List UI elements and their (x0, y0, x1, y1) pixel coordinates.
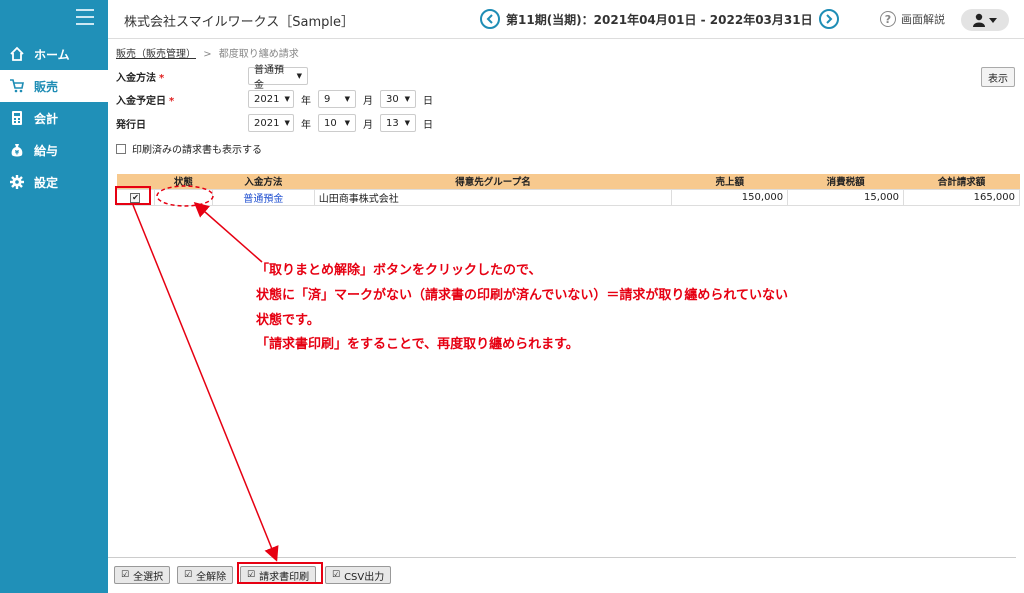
header-payment: 入金方法 (212, 174, 315, 189)
cart-icon (0, 78, 34, 94)
sidebar-item-label: 設定 (34, 175, 59, 190)
annotation-line-2: 状態に「済」マークがない（請求書の印刷が済んでいない）＝請求が取り纏められていな… (256, 288, 788, 303)
prev-period-button[interactable] (480, 9, 500, 29)
sidebar-item-label: ホーム (34, 47, 70, 62)
annotation-line-1: 「取りまとめ解除」ボタンをクリックしたので、 (256, 263, 542, 278)
chevron-left-icon (486, 14, 493, 24)
select-all-button[interactable]: ☑ 全選択 (114, 566, 171, 584)
day-unit: 日 (423, 95, 433, 107)
gear-icon (0, 174, 34, 190)
row-tax: 15,000 (787, 188, 905, 206)
row-total: 165,000 (903, 188, 1020, 206)
show-printed-checkbox[interactable] (116, 143, 126, 154)
row-payment: 普通預金 (211, 188, 315, 206)
hamburger-menu-icon[interactable] (76, 9, 94, 25)
month-unit: 月 (363, 119, 373, 131)
period-text: 第11期(当期)：2021年04月01日 - 2022年03月31日 (506, 12, 813, 27)
help-button[interactable]: ? 画面解説 (880, 11, 945, 27)
deselect-all-button[interactable]: ☑ 全解除 (177, 566, 234, 584)
issue-date-label: 発行日 (116, 119, 146, 131)
breadcrumb: 販売（販売管理） > 都度取り纏め請求 (116, 45, 299, 60)
row-checkbox-highlight (115, 186, 151, 205)
sidebar-item-label: 販売 (34, 79, 59, 94)
payment-method-select[interactable]: 普通預金 ▼ (248, 65, 308, 91)
show-printed-label: 印刷済みの請求書も表示する (132, 145, 262, 156)
print-button-highlight (237, 562, 323, 584)
checkbox-icon: ☑ (332, 570, 341, 580)
show-button[interactable]: 表示 (981, 67, 1015, 87)
question-icon: ? (880, 11, 896, 27)
header-tax: 消費税額 (787, 174, 904, 189)
sidebar-item-settings[interactable]: 設定 (0, 166, 108, 198)
invoice-table: 状態 入金方法 得意先グループ名 売上額 消費税額 合計請求額 ✔ 普通預金 山… (116, 174, 1020, 206)
checkbox-icon: ☑ (121, 570, 130, 580)
payment-link[interactable]: 普通預金 (243, 194, 283, 205)
chevron-right-icon (825, 14, 833, 24)
user-icon (973, 13, 997, 27)
row-status (153, 188, 213, 206)
table-row[interactable]: ✔ 普通預金 山田商事株式会社 150,000 15,000 165,000 (116, 188, 1020, 206)
due-day-select[interactable]: 30 ▼ (380, 90, 416, 108)
show-printed-row: 印刷済みの請求書も表示する (116, 141, 262, 156)
issue-year-select[interactable]: 2021 ▼ (248, 114, 294, 132)
calculator-icon (0, 110, 34, 126)
header-total: 合計請求額 (903, 174, 1020, 189)
payment-method-row: 入金方法 * 普通預金 ▼ (116, 65, 308, 91)
user-menu-button[interactable] (961, 9, 1009, 31)
next-period-button[interactable] (818, 9, 839, 29)
main-content: 販売（販売管理） > 都度取り纏め請求 入金方法 * 普通預金 ▼ 入金予定日 * 2… (108, 38, 1024, 593)
row-group: 山田商事株式会社 (313, 188, 673, 206)
caret-down-icon: ▼ (296, 72, 302, 80)
sidebar-item-home[interactable]: ホーム (0, 38, 108, 70)
header-sales: 売上額 (671, 174, 788, 189)
issue-day-select[interactable]: 13 ▼ (380, 114, 416, 132)
issue-month-select[interactable]: 10 ▼ (318, 114, 356, 132)
year-unit: 年 (301, 95, 311, 107)
sidebar-item-accounting[interactable]: 会計 (0, 102, 108, 134)
row-sales: 150,000 (671, 188, 789, 206)
money-bag-icon: ¥ (0, 142, 34, 158)
company-name: 株式会社スマイルワークス［Sample］ (124, 15, 354, 30)
breadcrumb-current: 都度取り纏め請求 (218, 49, 299, 60)
due-month-select[interactable]: 9 ▼ (318, 90, 356, 108)
breadcrumb-parent[interactable]: 販売（販売管理） (116, 49, 196, 60)
year-unit: 年 (301, 119, 311, 131)
month-unit: 月 (363, 95, 373, 107)
sidebar-item-payroll[interactable]: ¥ 給与 (0, 134, 108, 166)
header: 株式会社スマイルワークス［Sample］ 第11期(当期)：2021年04月01… (108, 0, 1024, 38)
day-unit: 日 (423, 119, 433, 131)
sidebar-item-label: 給与 (34, 143, 59, 158)
payment-method-label: 入金方法 * (116, 72, 165, 84)
header-group: 得意先グループ名 (314, 174, 672, 189)
period-navigator: 第11期(当期)：2021年04月01日 - 2022年03月31日 (480, 8, 839, 30)
due-date-label: 入金予定日 * (116, 95, 175, 107)
annotation-line-3: 状態です。 (256, 313, 320, 328)
annotation-line-4: 「請求書印刷」をすることで、再度取り纏められます。 (256, 337, 579, 352)
breadcrumb-separator: > (203, 49, 212, 60)
sidebar-item-label: 会計 (34, 111, 59, 126)
due-year-select[interactable]: 2021 ▼ (248, 90, 294, 108)
csv-export-button[interactable]: ☑ CSV出力 (325, 566, 392, 584)
sidebar: ホーム 販売 会計 ¥ 給与 設定 (0, 0, 108, 593)
header-status: 状態 (154, 174, 213, 189)
table-header-row: 状態 入金方法 得意先グループ名 売上額 消費税額 合計請求額 (116, 174, 1020, 189)
home-icon (0, 46, 34, 62)
issue-date-row: 発行日 2021 ▼ 年 10 ▼ 月 13 ▼ 日 (116, 114, 440, 132)
due-date-row: 入金予定日 * 2021 ▼ 年 9 ▼ 月 30 ▼ 日 (116, 90, 440, 108)
help-label: 画面解説 (901, 13, 945, 26)
checkbox-icon: ☑ (184, 570, 193, 580)
sidebar-item-sales[interactable]: 販売 (0, 70, 108, 102)
